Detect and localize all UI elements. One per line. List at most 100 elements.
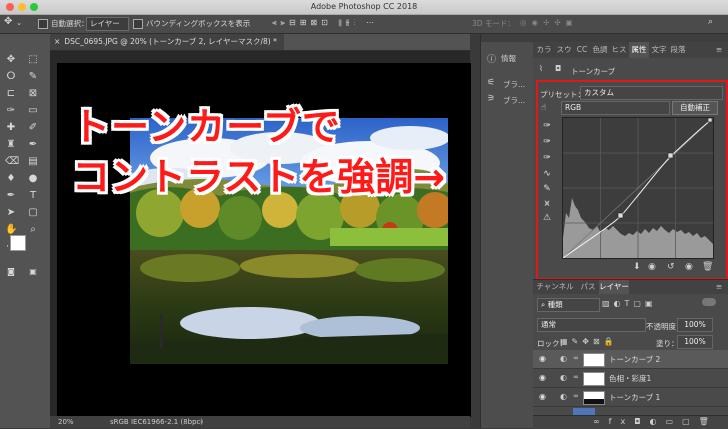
layers-menu-icon[interactable]: ≡ — [713, 280, 725, 294]
foreground-color-swatch[interactable] — [10, 235, 26, 251]
trash-icon[interactable]: 🗑 — [702, 262, 713, 272]
tab-paragraph[interactable]: 段落 — [669, 42, 687, 58]
eye-icon[interactable]: ◉ — [539, 354, 546, 363]
layer-row-curves-2[interactable]: ◉ ◐ ∞ トーンカーブ 2 — [533, 350, 728, 369]
layer-thumbnail[interactable] — [573, 408, 595, 415]
search-icon[interactable]: ⌕ — [708, 17, 713, 27]
quick-select-icon[interactable]: ✎ — [27, 71, 39, 83]
chevron-right-icon[interactable]: › — [200, 416, 203, 428]
healing-icon[interactable]: ✚ — [5, 122, 17, 134]
channel-dropdown[interactable]: RGB — [561, 101, 670, 115]
link-icon[interactable]: ∞ — [573, 392, 579, 400]
layer-name[interactable]: トーンカーブ 2 — [609, 354, 660, 365]
tab-channels[interactable]: チャンネル — [535, 280, 575, 294]
brush-presets-icon[interactable]: ⚞ — [487, 94, 495, 104]
dock-grip[interactable] — [481, 34, 533, 42]
layer-mask-thumbnail[interactable] — [583, 372, 605, 386]
history-brush-icon[interactable]: ✒ — [27, 139, 39, 151]
smooth-icon[interactable]: ⩙ — [541, 198, 553, 210]
brush-icon[interactable]: ✐ — [27, 122, 39, 134]
layer-row-curves-1[interactable]: ◉ ◐ ∞ トーンカーブ 1 — [533, 388, 728, 407]
eye-icon[interactable]: ◉ — [539, 392, 546, 401]
opacity-input[interactable]: 100% — [677, 318, 713, 332]
brush-settings-icon[interactable]: ⚟ — [487, 78, 495, 88]
lasso-icon[interactable]: ⵔ — [5, 71, 17, 83]
align-icons[interactable]: ⫷⫸⊟⊞⊠⊡ ⫴⫵⫶ ⋯ — [272, 18, 378, 28]
gray-point-eyedropper-icon[interactable]: ✑ — [541, 136, 553, 148]
blend-mode-dropdown[interactable]: 通常 — [537, 318, 646, 332]
blur-icon[interactable]: ♦ — [5, 173, 17, 185]
minimize-window-button[interactable] — [18, 3, 26, 11]
panel-grip[interactable] — [533, 34, 728, 42]
eyedropper-icon[interactable]: ✑ — [5, 105, 17, 117]
layer-filter-dropdown[interactable]: ⌕ 種類 — [537, 298, 600, 312]
auto-select-checkbox[interactable] — [38, 19, 48, 29]
target-adjust-icon[interactable]: ☝ — [541, 103, 546, 113]
pen-icon[interactable]: ✒ — [5, 190, 17, 202]
info-panel-label[interactable]: 情報 — [501, 53, 516, 64]
black-point-eyedropper-icon[interactable]: ✑ — [541, 120, 553, 132]
auto-select-dropdown[interactable]: レイヤー — [86, 17, 129, 31]
layer-mask-thumbnail[interactable] — [583, 353, 605, 367]
layers-footer-icons[interactable]: ∞fx◘◐▭▢🗑 — [593, 417, 718, 426]
white-point-eyedropper-icon[interactable]: ✑ — [541, 152, 553, 164]
view-previous-icon[interactable]: ◉ — [648, 262, 656, 272]
layer-mask-thumbnail[interactable] — [583, 391, 605, 405]
type-icon[interactable]: T — [27, 190, 39, 202]
3d-tools-icons[interactable]: ◎◉✢✣▣ — [520, 18, 578, 27]
stamp-icon[interactable]: ♜ — [5, 139, 17, 151]
shape-icon[interactable]: ▢ — [27, 207, 39, 219]
tab-character[interactable]: 文字 — [650, 42, 668, 58]
layer-filter-icons[interactable]: ▨◐T▢▣ — [602, 299, 657, 308]
lock-icons[interactable]: ▦✎✥⊠🔒 — [560, 337, 618, 346]
move-icon[interactable]: ✥ — [5, 54, 17, 66]
curve-edit-icon[interactable]: ∿ — [541, 168, 553, 180]
tab-adjustments[interactable]: 色調 — [591, 42, 609, 58]
pencil-icon[interactable]: ✎ — [541, 183, 553, 195]
fill-input[interactable]: 100% — [677, 335, 713, 349]
marquee-icon[interactable]: ⬚ — [27, 54, 39, 66]
ruler-icon[interactable]: ▭ — [27, 105, 39, 117]
move-tool-icon[interactable]: ✥ — [4, 16, 12, 27]
info-icon[interactable]: ⓘ — [487, 52, 496, 65]
zoom-window-button[interactable] — [30, 3, 38, 11]
reset-icon[interactable]: ↺ — [667, 262, 675, 272]
gradient-icon[interactable]: ▤ — [27, 156, 39, 168]
panel-menu-icon[interactable]: ≡ — [713, 42, 725, 58]
path-select-icon[interactable]: ➤ — [5, 207, 17, 219]
zoom-icon[interactable]: ⌕ — [27, 224, 39, 236]
chevron-down-icon[interactable]: ⌄ — [16, 18, 22, 27]
clip-to-layer-icon[interactable]: ⬇ — [633, 262, 641, 272]
document-tab[interactable]: × DSC_0695.JPG @ 20% (トーンカーブ 2, レイヤーマスク/8… — [50, 34, 284, 50]
close-icon[interactable]: × — [54, 37, 60, 46]
layer-name[interactable]: 色相・彩度1 — [609, 373, 651, 384]
link-icon[interactable]: ∞ — [573, 354, 579, 362]
clipping-warning-icon[interactable]: ⚠ — [541, 212, 553, 224]
transform-controls-checkbox[interactable] — [133, 19, 143, 29]
tab-cc-libraries[interactable]: CC — [574, 42, 590, 58]
eraser-icon[interactable]: ⌫ — [5, 156, 19, 168]
screen-mode-icon[interactable]: ▣ — [27, 266, 39, 278]
dodge-icon[interactable]: ● — [27, 173, 39, 185]
brush-panel-label-1[interactable]: ブラ... — [503, 79, 525, 90]
brush-panel-label-2[interactable]: ブラ... — [503, 95, 525, 106]
layer-name[interactable]: トーンカーブ 1 — [609, 392, 660, 403]
link-icon[interactable]: ∞ — [573, 373, 579, 381]
zoom-level[interactable]: 20% — [58, 416, 74, 428]
preset-dropdown[interactable]: カスタム — [580, 86, 723, 100]
tab-paths[interactable]: パス — [579, 280, 597, 294]
layer-row-hue-saturation[interactable]: ◉ ◐ ∞ 色相・彩度1 — [533, 369, 728, 388]
auto-button[interactable]: 自動補正 — [672, 101, 718, 115]
layer-mask-icon[interactable]: ◘ — [555, 64, 561, 73]
crop-icon[interactable]: ⊏ — [5, 88, 17, 100]
tab-histogram[interactable]: ヒス — [610, 42, 628, 58]
tab-swatches[interactable]: スウ — [555, 42, 573, 58]
quick-mask-icon[interactable]: ◙ — [5, 266, 17, 278]
curves-graph[interactable] — [562, 117, 714, 259]
tab-layers[interactable]: レイヤー — [599, 280, 629, 294]
eye-icon[interactable]: ◉ — [685, 262, 693, 272]
close-window-button[interactable] — [6, 3, 14, 11]
tab-properties[interactable]: 属性 — [629, 42, 649, 58]
tab-color[interactable]: カラ — [535, 42, 553, 58]
frame-icon[interactable]: ⊠ — [27, 88, 39, 100]
